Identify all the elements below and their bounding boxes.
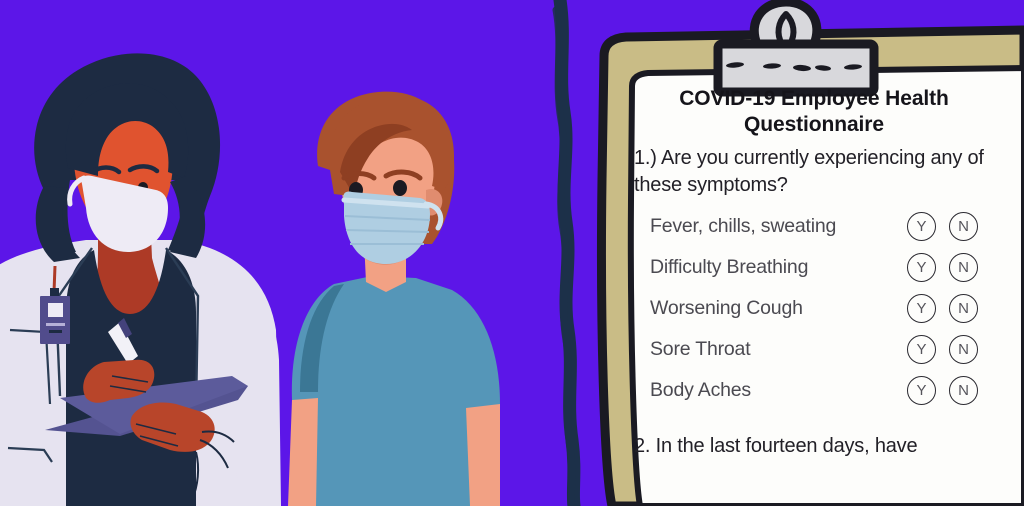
answer-no-bubble[interactable]: N (949, 212, 978, 242)
symptom-label: Worsening Cough (650, 297, 803, 320)
symptom-row: Body Aches Y N (632, 370, 996, 411)
symptom-label: Sore Throat (650, 338, 751, 361)
symptom-row: Sore Throat Y N (632, 329, 996, 370)
answer-yes-bubble[interactable]: Y (907, 212, 936, 242)
symptom-answer-group: Y N (907, 376, 996, 406)
answer-yes-bubble[interactable]: Y (907, 253, 936, 283)
symptom-answer-group: Y N (907, 294, 996, 324)
questionnaire-content: COVID-19 Employee Health Questionnaire 1… (632, 86, 996, 506)
answer-no-bubble[interactable]: N (949, 376, 978, 406)
answer-no-bubble[interactable]: N (949, 335, 978, 365)
clipboard-clip[interactable] (713, 0, 879, 97)
answer-yes-bubble[interactable]: Y (907, 294, 936, 324)
symptom-label: Fever, chills, sweating (650, 215, 837, 238)
symptom-row: Fever, chills, sweating Y N (632, 206, 996, 247)
answer-no-bubble[interactable]: N (949, 294, 978, 324)
symptom-list: Fever, chills, sweating Y N Difficulty B… (632, 206, 996, 411)
answer-no-bubble[interactable]: N (949, 253, 978, 283)
symptom-answer-group: Y N (907, 335, 996, 365)
answer-yes-bubble[interactable]: Y (907, 376, 936, 406)
answer-yes-bubble[interactable]: Y (907, 335, 936, 365)
symptom-label: Difficulty Breathing (650, 256, 809, 279)
symptom-answer-group: Y N (907, 212, 996, 242)
question-2-text: 2. In the last fourteen days, have (634, 435, 918, 458)
questionnaire-title: COVID-19 Employee Health Questionnaire (679, 87, 949, 137)
question-1-text: 1.) Are you currently experiencing any o… (634, 146, 984, 196)
illustration-scene: COVID-19 Employee Health Questionnaire 1… (0, 0, 1024, 506)
symptom-row: Difficulty Breathing Y N (632, 247, 996, 288)
symptom-row: Worsening Cough Y N (632, 288, 996, 329)
symptom-answer-group: Y N (907, 253, 996, 283)
symptom-label: Body Aches (650, 379, 751, 402)
